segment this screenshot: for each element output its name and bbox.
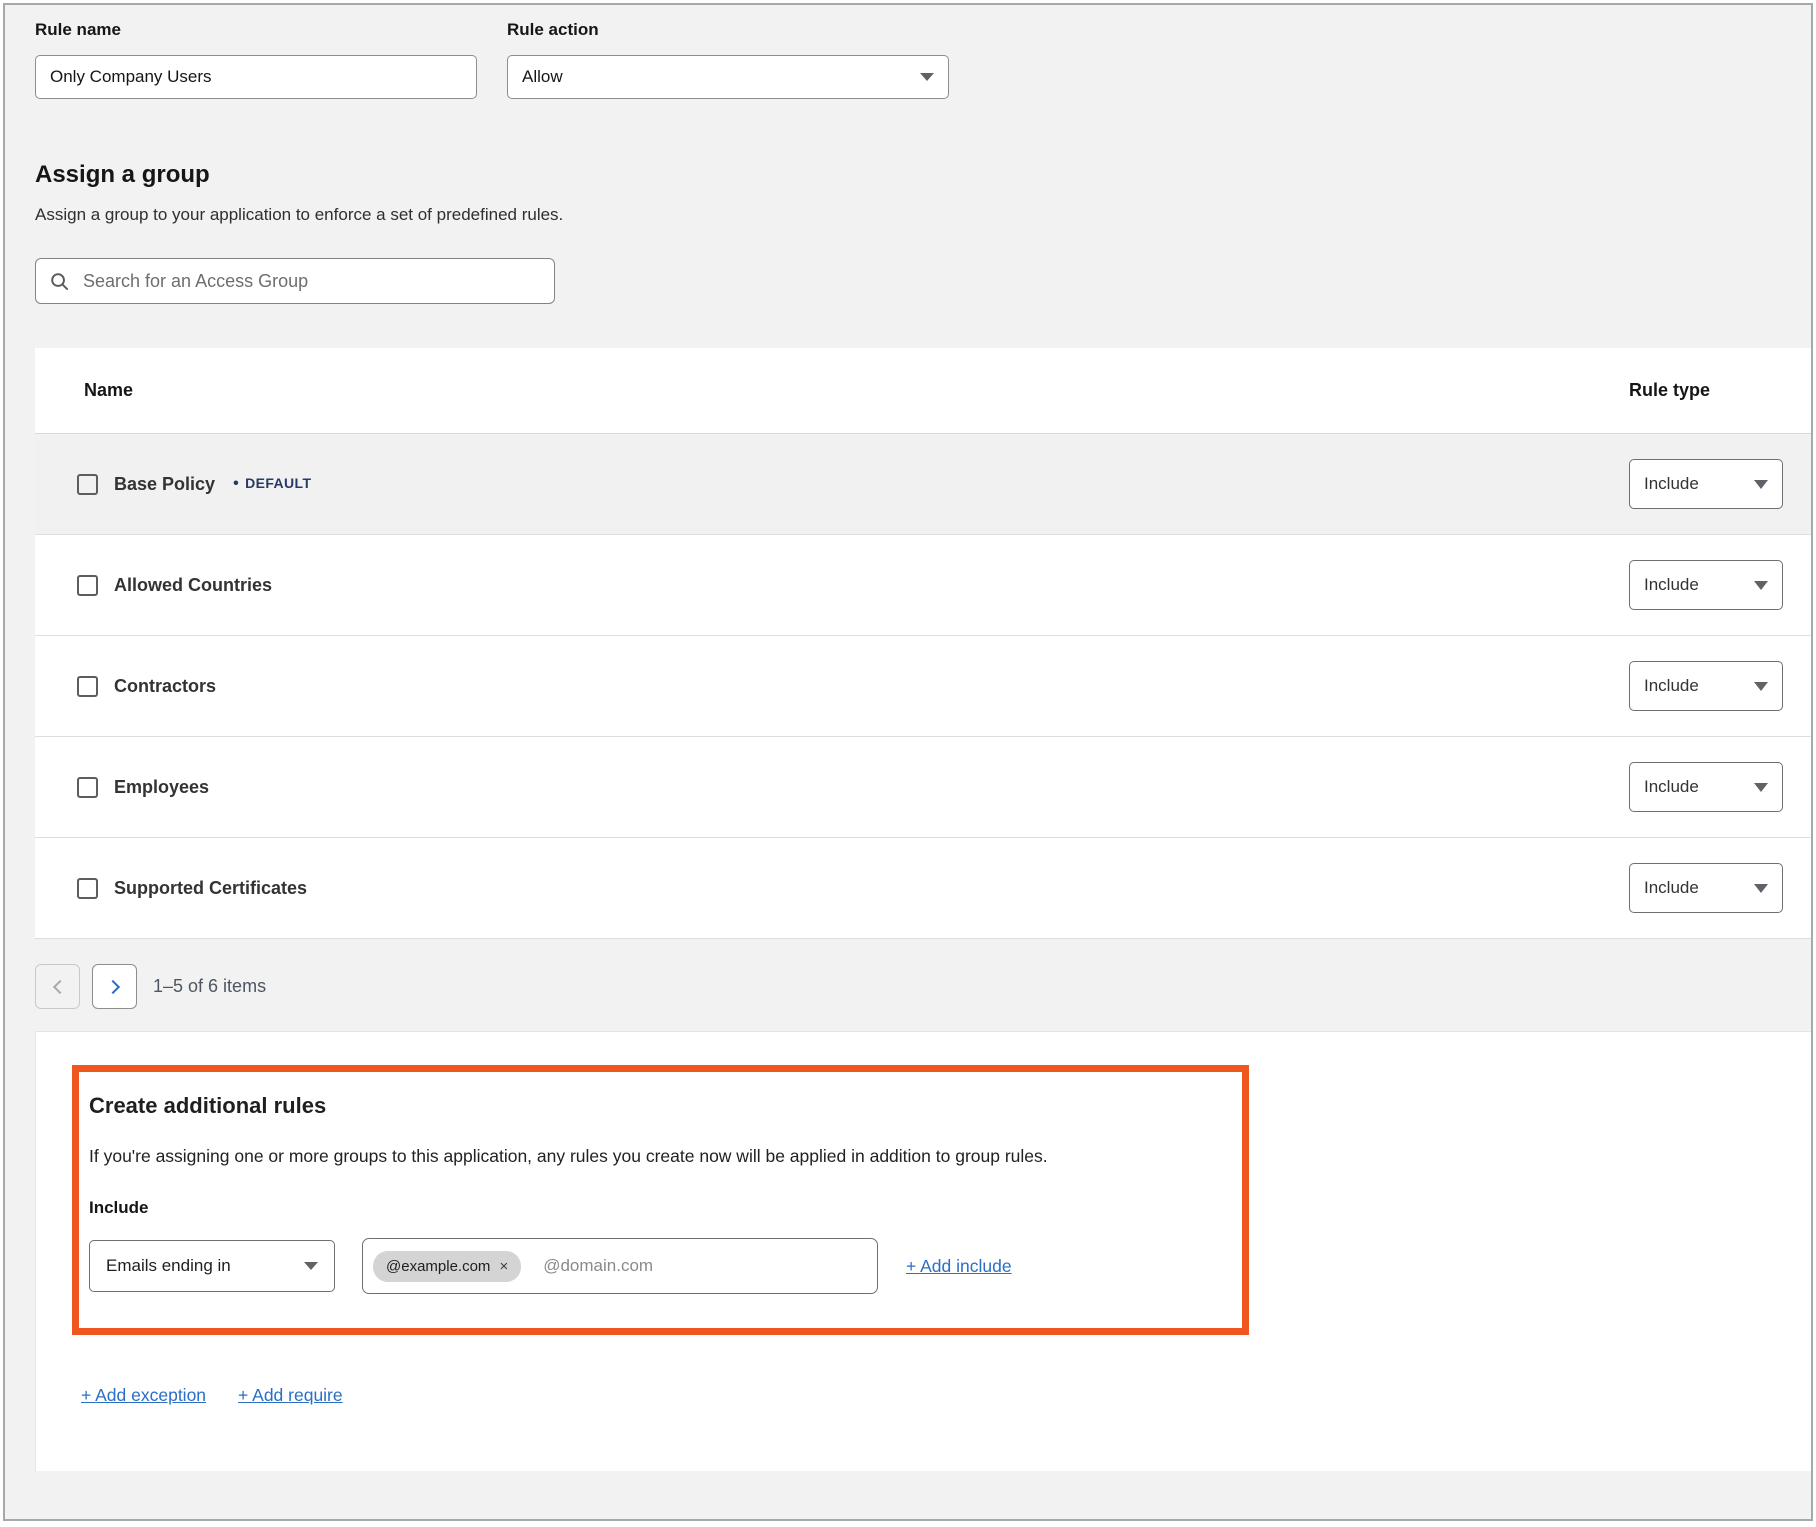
add-include-link[interactable]: + Add include xyxy=(906,1256,1012,1277)
footer-links: + Add exception + Add require xyxy=(81,1385,1811,1406)
rule-name-label: Rule name xyxy=(35,20,477,40)
include-label: Include xyxy=(89,1198,1226,1218)
name-column-header: Name xyxy=(35,380,1629,401)
add-exception-link[interactable]: + Add exception xyxy=(81,1385,206,1406)
caret-down-icon xyxy=(920,73,934,81)
rule-name-input[interactable] xyxy=(35,55,477,99)
rule-action-value: Allow xyxy=(522,67,563,87)
row-checkbox[interactable] xyxy=(77,878,98,899)
table-row: Contractors Include xyxy=(35,636,1811,737)
rule-action-field: Rule action Allow xyxy=(507,20,949,99)
assign-group-section: Assign a group Assign a group to your ap… xyxy=(35,161,1781,225)
email-domain-input-box[interactable]: @example.com × xyxy=(362,1238,878,1294)
rule-name-field: Rule name xyxy=(35,20,477,99)
page: Rule name Rule action Allow Assign a gro… xyxy=(3,3,1813,1521)
highlight-box: Create additional rules If you're assign… xyxy=(72,1065,1249,1335)
rule-type-dropdown[interactable]: Include xyxy=(1629,762,1783,812)
row-checkbox[interactable] xyxy=(77,575,98,596)
pagination-status: 1–5 of 6 items xyxy=(153,976,266,997)
rule-action-select[interactable]: Allow xyxy=(507,55,949,99)
additional-rules-panel: Create additional rules If you're assign… xyxy=(35,1031,1811,1471)
caret-down-icon xyxy=(1754,581,1768,590)
rule-type-dropdown[interactable]: Include xyxy=(1629,863,1783,913)
assign-group-description: Assign a group to your application to en… xyxy=(35,205,1781,225)
table-row: Employees Include xyxy=(35,737,1811,838)
group-name: Base Policy xyxy=(114,474,215,495)
additional-rules-description: If you're assigning one or more groups t… xyxy=(89,1146,1226,1167)
group-name: Allowed Countries xyxy=(114,575,272,596)
chevron-right-icon xyxy=(105,979,119,993)
rule-type-column-header: Rule type xyxy=(1629,380,1783,401)
additional-rules-heading: Create additional rules xyxy=(89,1093,1226,1119)
caret-down-icon xyxy=(304,1262,318,1270)
search-input[interactable] xyxy=(81,270,521,293)
caret-down-icon xyxy=(1754,682,1768,691)
caret-down-icon xyxy=(1754,884,1768,893)
email-domain-chip: @example.com × xyxy=(373,1251,521,1282)
access-group-search[interactable] xyxy=(35,258,555,304)
table-header: Name Rule type xyxy=(35,348,1811,434)
group-name: Contractors xyxy=(114,676,216,697)
next-page-button[interactable] xyxy=(92,964,137,1009)
row-checkbox[interactable] xyxy=(77,676,98,697)
rule-type-dropdown[interactable]: Include xyxy=(1629,560,1783,610)
rule-action-label: Rule action xyxy=(507,20,949,40)
rule-type-dropdown[interactable]: Include xyxy=(1629,459,1783,509)
previous-page-button[interactable] xyxy=(35,964,80,1009)
access-group-table: Name Rule type Base Policy DEFAULT Inclu… xyxy=(35,348,1811,939)
rule-type-select[interactable]: Emails ending in xyxy=(89,1240,335,1292)
search-icon xyxy=(50,272,69,291)
rule-type-dropdown[interactable]: Include xyxy=(1629,661,1783,711)
table-row: Base Policy DEFAULT Include xyxy=(35,434,1811,535)
rule-form: Rule name Rule action Allow xyxy=(5,5,1811,99)
row-checkbox[interactable] xyxy=(77,474,98,495)
row-checkbox[interactable] xyxy=(77,777,98,798)
group-name: Supported Certificates xyxy=(114,878,307,899)
table-row: Allowed Countries Include xyxy=(35,535,1811,636)
default-badge: DEFAULT xyxy=(233,475,311,493)
add-require-link[interactable]: + Add require xyxy=(238,1385,343,1406)
email-domain-input[interactable] xyxy=(541,1255,841,1277)
bullet-icon xyxy=(233,475,245,491)
rule-type-select-value: Emails ending in xyxy=(106,1256,231,1276)
caret-down-icon xyxy=(1754,783,1768,792)
table-row: Supported Certificates Include xyxy=(35,838,1811,939)
group-name: Employees xyxy=(114,777,209,798)
caret-down-icon xyxy=(1754,480,1768,489)
include-rule-controls: Emails ending in @example.com × + Add in… xyxy=(89,1238,1226,1294)
assign-group-heading: Assign a group xyxy=(35,161,1781,189)
chevron-left-icon xyxy=(52,979,66,993)
pagination: 1–5 of 6 items xyxy=(35,964,1811,1009)
remove-chip-icon[interactable]: × xyxy=(499,1258,508,1275)
